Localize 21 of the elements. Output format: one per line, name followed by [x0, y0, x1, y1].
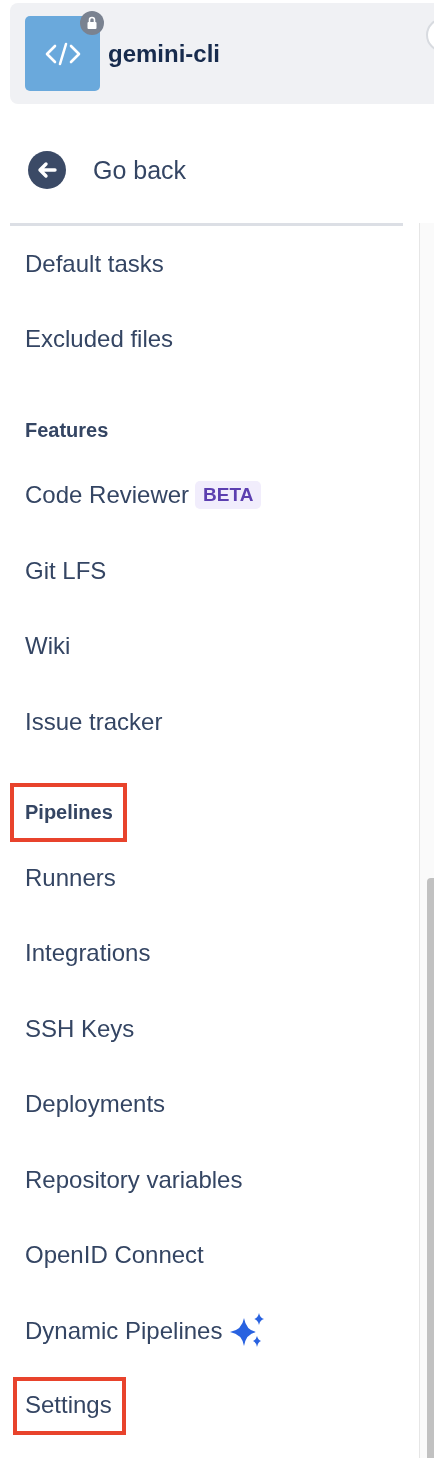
beta-badge: BETA [195, 481, 262, 510]
nav-link[interactable]: Code Reviewer [25, 481, 190, 510]
code-icon [25, 16, 100, 91]
scrollbar[interactable] [419, 223, 434, 1458]
nav-link[interactable]: Settings [13, 1377, 126, 1436]
section-heading: Pipelines [10, 783, 127, 843]
section-heading: Features [24, 418, 109, 442]
nav-link[interactable]: Excluded files [25, 325, 174, 354]
nav-link[interactable]: Wiki [25, 632, 71, 661]
nav-link[interactable]: Deployments [25, 1090, 166, 1119]
nav-link[interactable]: Dynamic Pipelines [25, 1316, 223, 1345]
nav-link[interactable]: OpenID Connect [25, 1241, 204, 1270]
go-back-link[interactable]: Go back [28, 151, 434, 189]
nav-link[interactable]: Git LFS [25, 556, 107, 585]
nav-link[interactable]: SSH Keys [25, 1014, 135, 1043]
nav-link[interactable]: Runners [25, 863, 116, 892]
nav-link[interactable]: Integrations [25, 939, 151, 968]
nav-link[interactable]: Issue tracker [25, 707, 163, 736]
nav-link[interactable]: Repository variables [25, 1165, 243, 1194]
repository-name[interactable]: gemini-cli [108, 39, 221, 68]
nav-link[interactable]: Default tasks [25, 249, 164, 278]
